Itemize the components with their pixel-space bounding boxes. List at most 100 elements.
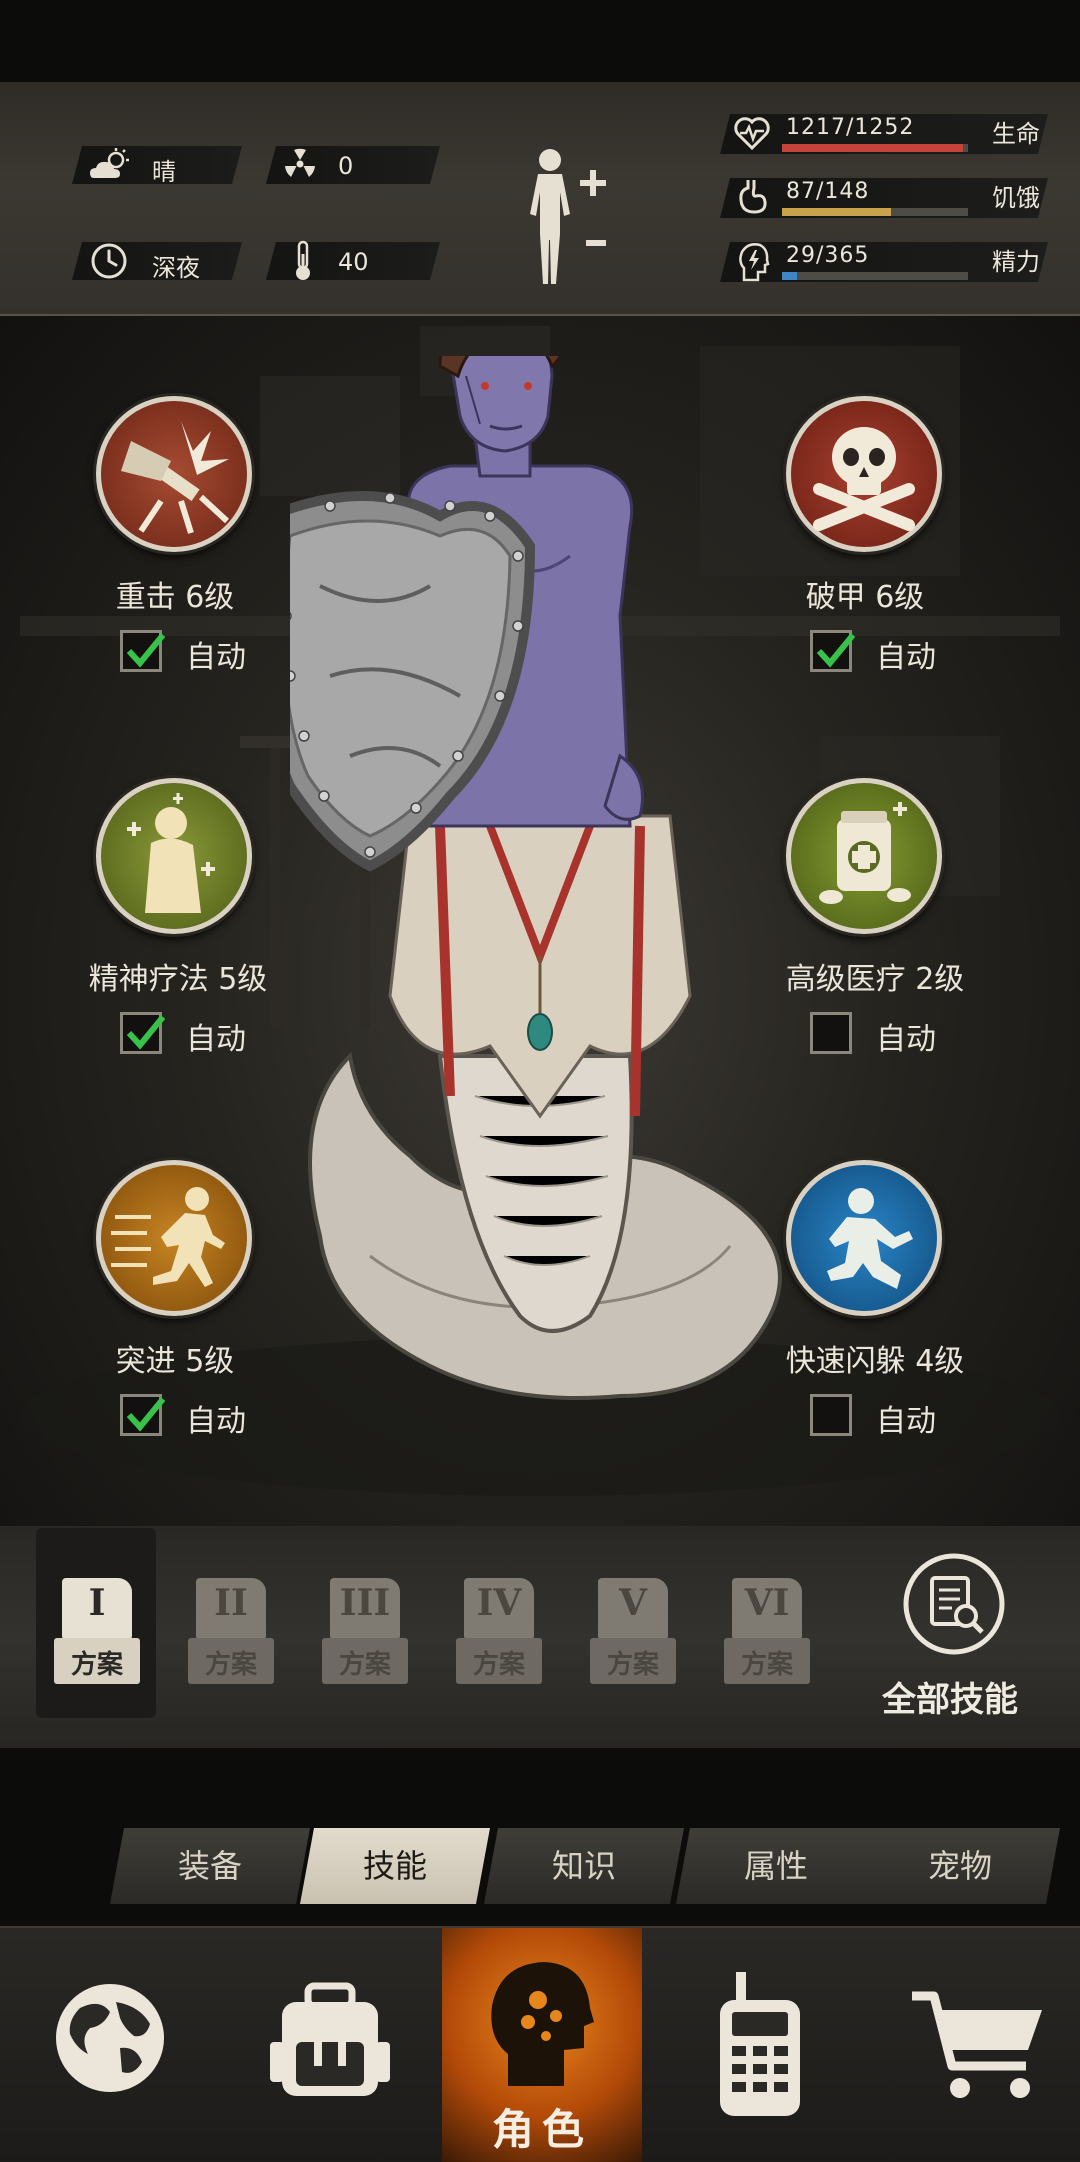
plan-6-button[interactable]: VI 方案 [724,1578,810,1696]
skill-armor-break-button[interactable] [786,396,942,552]
energy-fill [782,272,797,280]
skill-quick-dodge-auto-checkbox[interactable] [810,1394,852,1436]
tab-knowledge[interactable]: 知识 [484,1828,684,1904]
plan-1-label: 方案 [70,1650,123,1680]
energy-track [782,272,968,280]
nav-shop[interactable] [870,1928,1080,2162]
body-status-button[interactable] [520,144,620,292]
temperature-value: 40 [338,248,369,276]
skill-heavy-strike-auto-label: 自动 [186,640,246,675]
skill-armor-break-auto-checkbox[interactable] [810,630,855,672]
skill-advanced-medical-button[interactable] [786,778,942,934]
skill-advanced-medical-name: 高级医疗 2级 [785,962,965,997]
checkmark-icon [126,633,165,668]
skill-quick-dodge-auto-label: 自动 [876,1404,936,1439]
checkmark-icon [126,1015,165,1050]
mental-therapy-icon [127,793,215,913]
nav-character-active[interactable]: 角色 [442,1928,642,2162]
heart-icon [734,117,770,150]
skill-armor-break-auto-label: 自动 [876,640,936,675]
weather-sun-cloud-icon [90,148,129,178]
globe-icon [56,1984,164,2092]
plus-icon [580,170,606,196]
shopping-cart-icon [912,1991,1042,2098]
skill-dash-name: 突进 5级 [115,1344,235,1379]
time-of-day-value: 深夜 [152,254,200,282]
plan-6-label: 方案 [740,1650,793,1680]
weather-value: 晴 [152,158,176,186]
skill-dash-button[interactable] [96,1160,252,1316]
energy-label: 精力 [992,248,1040,276]
skill-plan-bar: I 方案 II 方案 III 方案 IV 方案 V 方案 VI 方案 全部技能 [0,1526,1080,1748]
plan-2-numeral: II [214,1582,248,1624]
skill-dash-auto-checkbox[interactable] [120,1394,165,1436]
skill-mental-therapy-auto-label: 自动 [186,1022,246,1057]
skill-advanced-medical-auto-label: 自动 [876,1022,936,1057]
naga-character [290,356,782,1400]
skill-heavy-strike-name: 重击 6级 [115,580,235,615]
skull-crossbones-icon [813,427,915,531]
tab-pets[interactable]: 宠物 [860,1828,1060,1904]
heavy-strike-icon [121,421,230,534]
tab-equipment[interactable]: 装备 [110,1828,310,1904]
health-fill [782,144,963,152]
skill-quick-dodge-button[interactable] [786,1160,942,1316]
walkie-talkie-icon [720,1972,800,2116]
plan-6-numeral: VI [744,1582,790,1624]
quick-dodge-icon [827,1188,913,1289]
document-search-icon [903,1553,1005,1655]
skill-quick-dodge-name: 快速闪躲 4级 [785,1344,965,1379]
skill-mental-therapy-auto-checkbox[interactable] [120,1012,165,1054]
stomach-icon [739,180,767,214]
health-track [782,144,968,152]
plan-2-button[interactable]: II 方案 [188,1578,274,1696]
plan-3-label: 方案 [338,1650,391,1680]
nav-backpack[interactable] [220,1928,440,2162]
plan-5-label: 方案 [606,1650,659,1680]
plan-4-numeral: IV [476,1582,522,1624]
status-panel: 晴 0 深夜 40 1217/1252 生命 87/148 饥饿 29/365 … [0,82,1080,316]
bottom-nav: 角色 [0,1926,1080,2162]
character-head-icon [491,1962,594,2086]
plan-3-button[interactable]: III 方案 [322,1578,408,1696]
radiation-icon [285,148,315,177]
plan-5-button[interactable]: V 方案 [590,1578,676,1696]
nav-radio[interactable] [650,1928,870,2162]
skill-heavy-strike-button[interactable] [96,396,252,552]
tab-attributes[interactable]: 属性 [676,1828,876,1904]
checkmark-icon [126,1397,165,1432]
plan-5-numeral: V [619,1582,647,1624]
dash-icon [111,1187,225,1287]
hunger-value: 87/148 [786,179,870,204]
checkmark-icon [816,633,855,668]
thermometer-icon [296,240,310,280]
health-value: 1217/1252 [786,115,915,140]
health-label: 生命 [992,120,1040,148]
tab-skills[interactable]: 技能 [300,1828,490,1904]
nav-character-label: 角色 [491,2105,592,2154]
skill-dash-auto-label: 自动 [186,1404,246,1439]
plan-2-label: 方案 [204,1650,257,1680]
skills-scene: 重击 6级 自动 破甲 6级 自动 精神疗法 5级 自动 高级医疗 2级 自动 … [0,316,1080,1526]
plan-1-numeral: I [88,1582,106,1624]
hunger-fill [782,208,892,216]
skill-mental-therapy-name: 精神疗法 5级 [88,962,268,997]
skill-mental-therapy-button[interactable] [96,778,252,934]
nav-world-map[interactable] [0,1928,220,2162]
skill-heavy-strike-auto-checkbox[interactable] [120,630,165,672]
plan-1-button[interactable]: I 方案 [54,1578,140,1696]
plan-4-label: 方案 [472,1650,525,1680]
all-skills-button[interactable]: 全部技能 [850,1536,1050,1736]
hunger-track [782,208,968,216]
hunger-label: 饥饿 [992,184,1040,212]
medical-kit-icon [819,802,911,904]
skill-armor-break-name: 破甲 6级 [805,580,925,615]
energy-value: 29/365 [786,243,870,268]
minus-icon [586,240,606,246]
radiation-value: 0 [338,152,354,180]
skill-advanced-medical-auto-checkbox[interactable] [810,1012,852,1054]
clock-icon [91,243,127,279]
energy-head-icon [739,243,770,282]
backpack-icon [270,1982,390,2096]
plan-4-button[interactable]: IV 方案 [456,1578,542,1696]
